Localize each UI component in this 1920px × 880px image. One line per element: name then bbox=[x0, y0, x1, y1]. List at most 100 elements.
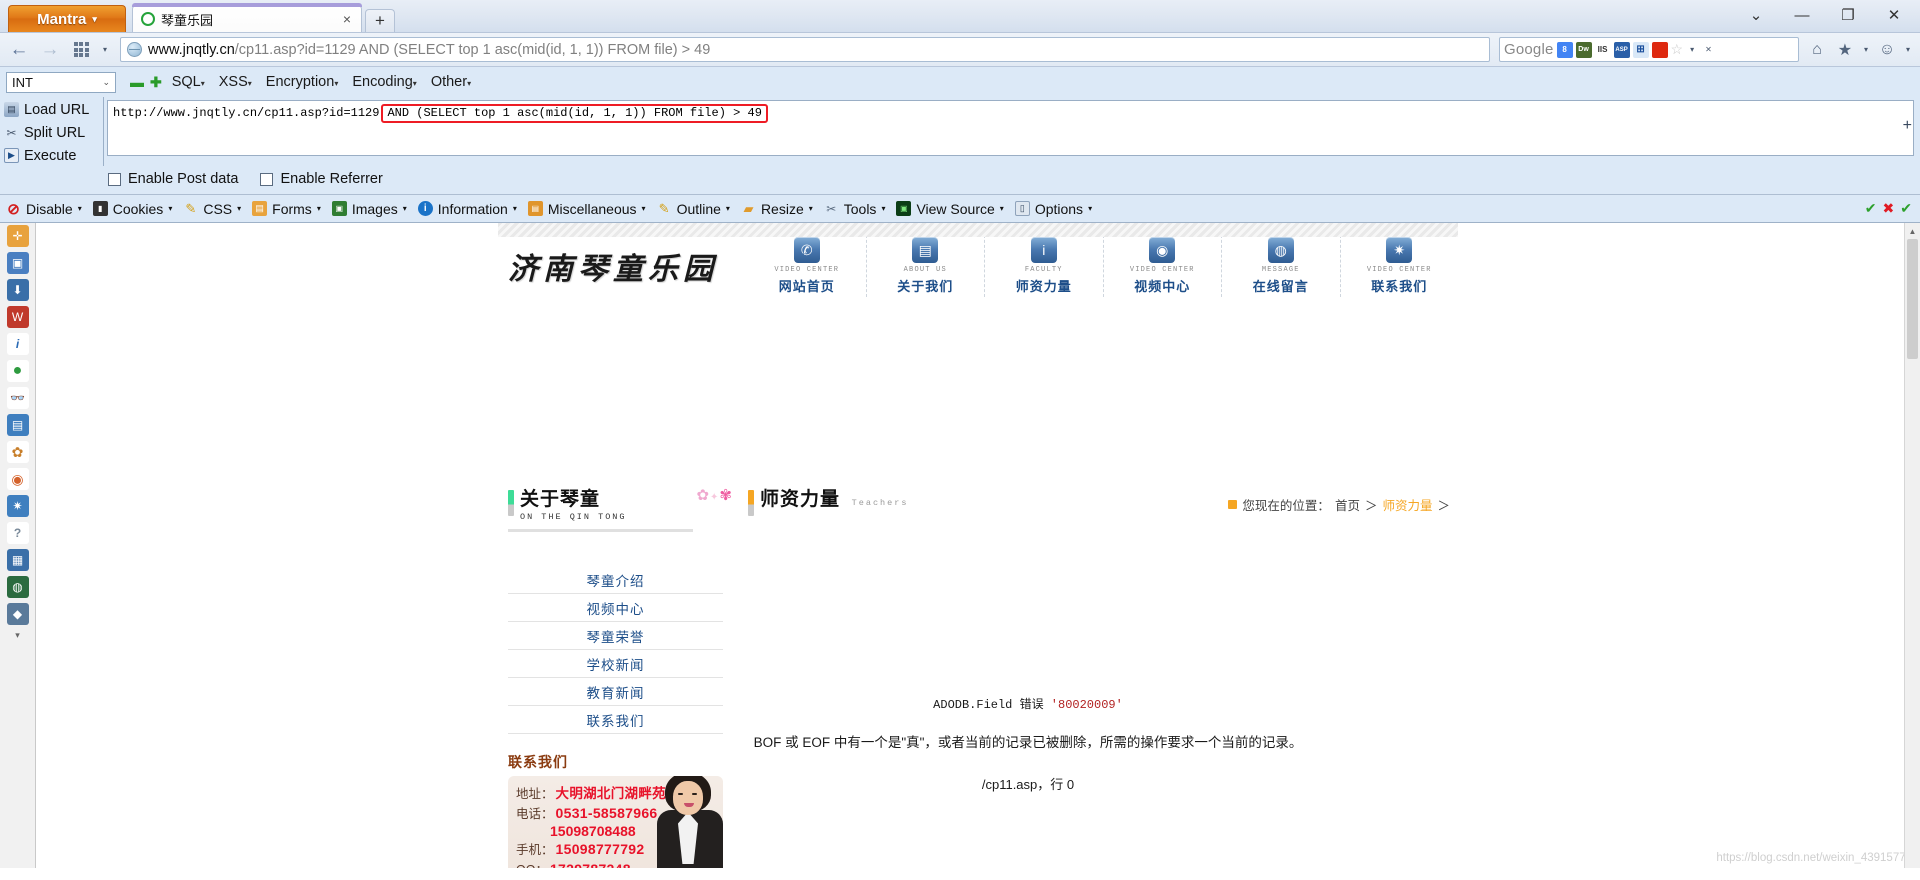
aspnet-icon[interactable]: ASP bbox=[1613, 41, 1630, 58]
menu-encoding[interactable]: Encoding▾ bbox=[352, 74, 416, 90]
address-bar[interactable]: www.jnqtly.cn/cp11.asp?id=1129 AND (SELE… bbox=[120, 37, 1490, 62]
feedback-icon[interactable]: ☺ bbox=[1874, 37, 1900, 63]
chevron-down-icon[interactable]: ▾ bbox=[15, 630, 20, 641]
iis-icon[interactable]: IIS bbox=[1594, 41, 1611, 58]
menu-sql[interactable]: SQL▾ bbox=[172, 74, 205, 90]
devbar-outline[interactable]: ✎ Outline ▾ bbox=[657, 201, 730, 217]
china-flag-icon[interactable] bbox=[1651, 41, 1668, 58]
spiral-icon[interactable]: ◉ bbox=[6, 468, 29, 490]
close-window-button[interactable]: ✕ bbox=[1872, 1, 1916, 29]
sidebar-item-edu-news[interactable]: 教育新闻 bbox=[508, 678, 723, 706]
url-textarea[interactable]: http://www.jnqtly.cn/cp11.asp?id=1129 AND… bbox=[107, 100, 1914, 156]
plus-icon[interactable]: ✚ bbox=[150, 75, 162, 89]
sql-payload-highlight: AND (SELECT top 1 asc(mid(id, 1, 1)) FRO… bbox=[381, 104, 768, 123]
chevron-down-icon[interactable]: ▾ bbox=[1860, 45, 1872, 54]
add-field-icon[interactable]: + bbox=[1903, 117, 1912, 135]
puzzle-icon[interactable]: ✛ bbox=[6, 225, 29, 247]
proxy-icon[interactable]: ▤ bbox=[6, 414, 29, 436]
split-url-button[interactable]: ✂ Split URL bbox=[4, 122, 103, 143]
vertical-scrollbar[interactable]: ▲ bbox=[1904, 223, 1920, 868]
devbar-information[interactable]: i Information ▾ bbox=[417, 201, 517, 217]
devbar-resize[interactable]: ▰ Resize ▾ bbox=[741, 200, 812, 217]
nav-item-home[interactable]: ✆ VIDEO CENTER 网站首页 bbox=[748, 235, 866, 297]
g8-icon[interactable]: 8 bbox=[1556, 41, 1573, 58]
status-check-icon[interactable]: ✔ bbox=[1865, 200, 1877, 217]
faculty-title-en: Teachers bbox=[851, 498, 909, 508]
about-title-cn: 关于琴童 bbox=[520, 489, 601, 510]
tab-list-caret-icon[interactable]: ⌄ bbox=[1734, 1, 1778, 29]
minimize-button[interactable]: — bbox=[1780, 1, 1824, 29]
tools-icon: ✂ bbox=[826, 201, 837, 216]
browser-title-bar: Mantra ▾ 琴童乐园 × + ⌄ — ❐ ✕ bbox=[0, 0, 1920, 33]
enable-post-data-checkbox[interactable]: Enable Post data bbox=[108, 171, 238, 187]
nav-en-label: VIDEO CENTER bbox=[1129, 266, 1195, 274]
bug-icon[interactable]: ✿ bbox=[6, 441, 29, 463]
download-icon[interactable]: ⬇ bbox=[6, 279, 29, 301]
star-icon[interactable]: ☆ bbox=[1671, 41, 1684, 58]
status-error-icon[interactable]: ✖ bbox=[1883, 200, 1895, 217]
globe-icon[interactable]: ◍ bbox=[6, 576, 29, 598]
settings-icon[interactable]: ✷ bbox=[6, 495, 29, 517]
scrollbar-thumb[interactable] bbox=[1907, 239, 1918, 359]
sidebar-item-honor[interactable]: 琴童荣誉 bbox=[508, 622, 723, 650]
load-url-button[interactable]: ▤ Load URL bbox=[4, 99, 103, 120]
nav-item-about[interactable]: ▤ ABOUT US 关于我们 bbox=[865, 235, 985, 297]
back-icon[interactable]: ← bbox=[6, 37, 32, 63]
devbar-disable[interactable]: ⊘ Disable ▾ bbox=[6, 201, 82, 218]
close-icon[interactable]: ✕ bbox=[1701, 45, 1716, 54]
mask-icon[interactable]: 👓 bbox=[6, 387, 29, 409]
search-engine-label: Google bbox=[1503, 41, 1554, 58]
sidebar-item-contact[interactable]: 联系我们 bbox=[508, 706, 723, 734]
chevron-down-icon[interactable]: ▾ bbox=[99, 45, 111, 54]
search-bar[interactable]: Google 8 Dw IIS ASP ⊞ ☆ ▾ ✕ bbox=[1498, 37, 1799, 62]
execute-button[interactable]: ▶ Execute bbox=[4, 145, 103, 166]
menu-xss[interactable]: XSS▾ bbox=[219, 74, 252, 90]
enable-referrer-checkbox[interactable]: Enable Referrer bbox=[260, 171, 383, 187]
resize-icon: ▰ bbox=[743, 200, 754, 216]
devbar-css[interactable]: ✎ CSS ▾ bbox=[183, 201, 241, 217]
help-icon[interactable]: ? bbox=[6, 522, 29, 544]
devbar-cookies[interactable]: ▮ Cookies ▾ bbox=[92, 201, 172, 217]
devbar-miscellaneous[interactable]: ▤ Miscellaneous ▾ bbox=[527, 201, 646, 217]
green-circle-icon[interactable]: ● bbox=[6, 360, 29, 382]
sidebar-item-video[interactable]: 视频中心 bbox=[508, 594, 723, 622]
devbar-options[interactable]: ▯ Options ▾ bbox=[1014, 201, 1092, 217]
menu-other[interactable]: Other▾ bbox=[431, 74, 471, 90]
nav-item-contact[interactable]: ✷ VIDEO CENTER 联系我们 bbox=[1339, 235, 1459, 297]
nav-item-message[interactable]: ◍ MESSAGE 在线留言 bbox=[1221, 235, 1340, 297]
overflow-chevron-icon[interactable]: ▾ bbox=[1902, 45, 1914, 54]
sidebar-item-intro[interactable]: 琴童介绍 bbox=[508, 566, 723, 594]
screenshot-icon[interactable]: ▣ bbox=[6, 252, 29, 274]
menu-encryption[interactable]: Encryption▾ bbox=[266, 74, 339, 90]
breadcrumb-home[interactable]: 首页 bbox=[1335, 495, 1360, 514]
chevron-down-icon[interactable]: ▾ bbox=[1686, 45, 1698, 54]
devbar-view-source[interactable]: ▣ View Source ▾ bbox=[896, 201, 1004, 217]
close-icon[interactable]: × bbox=[339, 11, 355, 27]
site-logo[interactable]: 济南琴童乐园 bbox=[498, 244, 748, 288]
info-icon[interactable]: i bbox=[6, 333, 29, 355]
nav-item-video[interactable]: ◉ VIDEO CENTER 视频中心 bbox=[1102, 235, 1222, 297]
browser-tab[interactable]: 琴童乐园 × bbox=[132, 3, 362, 32]
forward-icon[interactable]: → bbox=[37, 37, 63, 63]
bookmark-icon[interactable]: ★ bbox=[1832, 37, 1858, 63]
mantra-menu-button[interactable]: Mantra ▾ bbox=[8, 5, 126, 32]
maximize-button[interactable]: ❐ bbox=[1826, 1, 1870, 29]
devbar-images[interactable]: ▣ Images ▾ bbox=[331, 201, 407, 217]
injection-type-select[interactable]: INT ⌄ bbox=[6, 71, 116, 93]
wordpress-icon[interactable]: W bbox=[6, 306, 29, 328]
nav-item-faculty[interactable]: i FACULTY 师资力量 bbox=[984, 235, 1103, 297]
minus-icon[interactable]: ▬ bbox=[130, 75, 144, 89]
layers-icon[interactable]: ◆ bbox=[6, 603, 29, 625]
sidebar-item-school-news[interactable]: 学校新闻 bbox=[508, 650, 723, 678]
status-ok-icon[interactable]: ✔ bbox=[1900, 200, 1912, 217]
apps-grid-icon[interactable] bbox=[68, 37, 94, 63]
windows-icon[interactable]: ⊞ bbox=[1632, 41, 1649, 58]
options-icon: ▯ bbox=[1014, 201, 1030, 216]
chart-icon[interactable]: ▦ bbox=[6, 549, 29, 571]
scroll-up-icon[interactable]: ▲ bbox=[1905, 223, 1920, 239]
devbar-tools[interactable]: ✂ Tools ▾ bbox=[824, 201, 885, 217]
home-icon[interactable]: ⌂ bbox=[1804, 37, 1830, 63]
dreamweaver-icon[interactable]: Dw bbox=[1575, 41, 1592, 58]
devbar-forms[interactable]: ▤ Forms ▾ bbox=[252, 201, 321, 217]
new-tab-button[interactable]: + bbox=[365, 9, 395, 32]
